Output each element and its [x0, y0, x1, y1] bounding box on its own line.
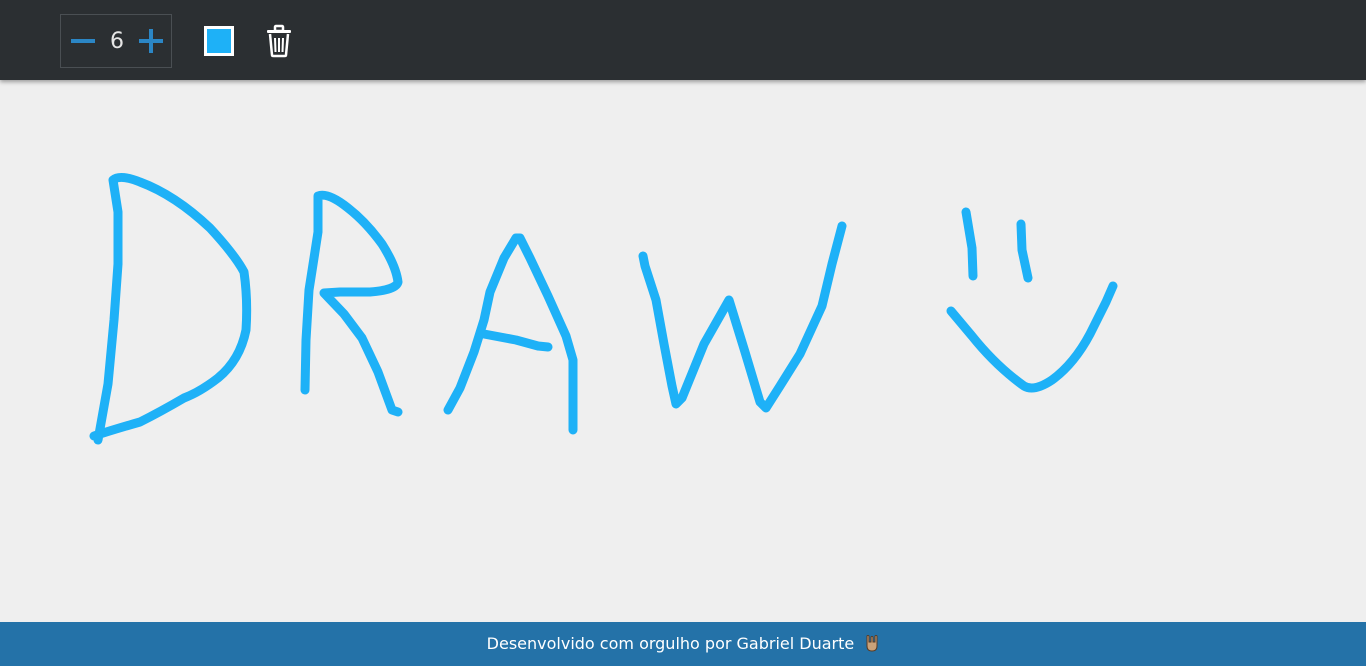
stroke-letter-w	[638, 221, 847, 413]
increase-size-button[interactable]	[136, 25, 166, 57]
trash-icon	[267, 24, 291, 58]
stroke-size-stepper: 6	[60, 14, 172, 68]
rock-hand-icon	[866, 634, 878, 652]
drawing-strokes	[89, 172, 1118, 445]
footer-credit-text: Desenvolvido com orgulho por Gabriel Dua…	[486, 634, 855, 653]
stroke-smiley-right-eye	[1016, 219, 1033, 283]
stroke-smiley-mouth	[946, 281, 1118, 393]
clear-canvas-button[interactable]	[264, 24, 294, 58]
decrease-size-button[interactable]	[68, 25, 98, 57]
plus-icon	[139, 29, 163, 53]
minus-icon	[71, 39, 95, 43]
stroke-size-value: 6	[110, 29, 124, 54]
stroke-smiley-left-eye	[961, 207, 978, 281]
stroke-letter-d	[89, 172, 252, 445]
footer: Desenvolvido com orgulho por Gabriel Dua…	[0, 622, 1366, 666]
stroke-letter-r	[300, 190, 403, 417]
drawing-canvas[interactable]	[0, 80, 1366, 622]
stroke-letter-a-bar	[479, 329, 553, 352]
stroke-letter-a	[443, 233, 578, 435]
color-picker-button[interactable]	[204, 26, 234, 56]
toolbar: 6	[0, 0, 1366, 80]
